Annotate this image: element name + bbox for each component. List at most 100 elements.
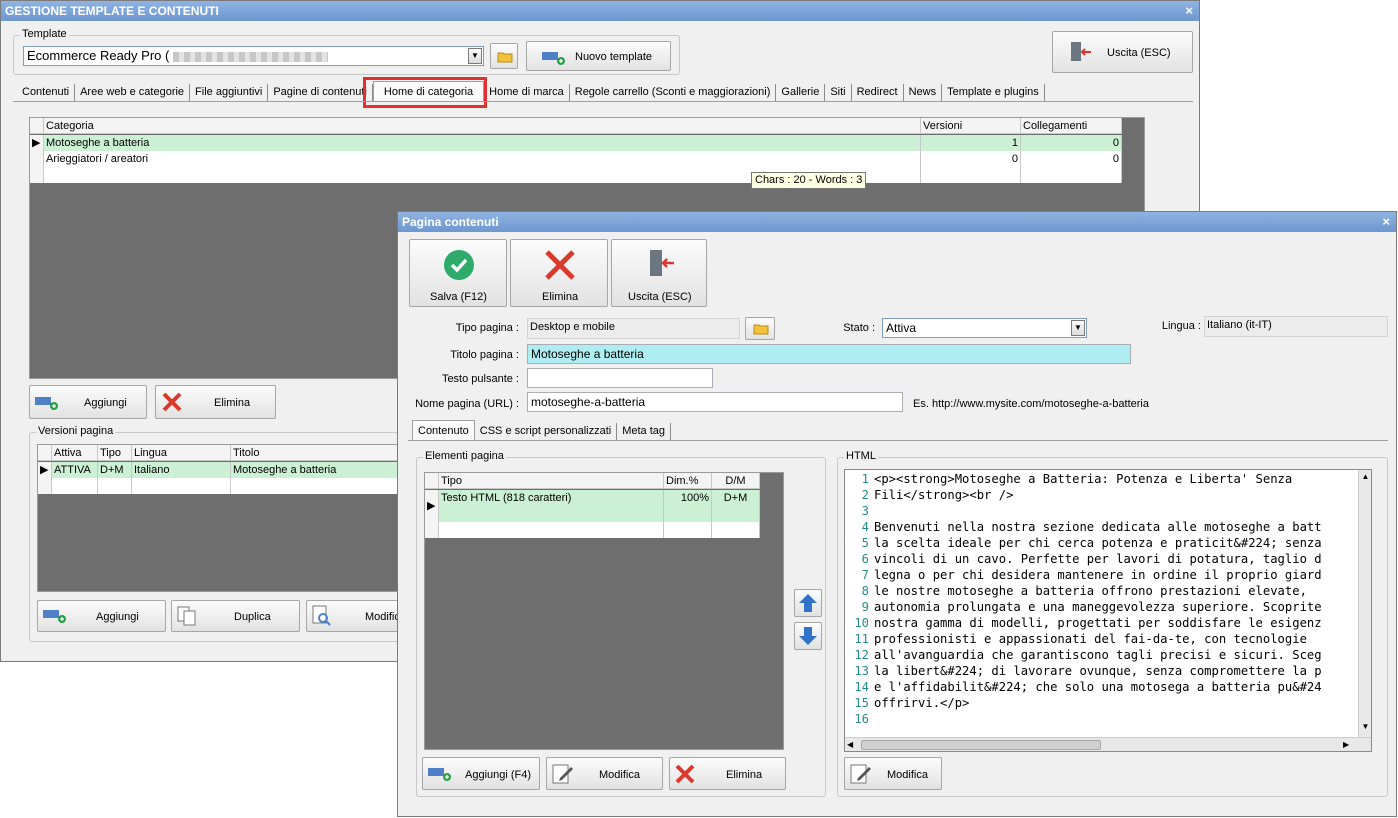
delete-page-button[interactable]: Elimina <box>510 239 608 307</box>
versions-grid[interactable]: Attiva Tipo Lingua Titolo ▶ ATTIVA D+M I… <box>37 444 402 592</box>
cell-empty <box>1021 167 1122 183</box>
main-window-titlebar[interactable]: GESTIONE TEMPLATE E CONTENUTI × <box>1 1 1199 21</box>
tab-contenuti[interactable]: Contenuti <box>17 84 76 101</box>
main-window-close-icon[interactable]: × <box>1185 1 1193 21</box>
tab-gallerie[interactable]: Gallerie <box>776 84 826 101</box>
exit-button[interactable]: Uscita (ESC) <box>1052 31 1193 73</box>
tab-news[interactable]: News <box>903 84 943 101</box>
col-attiva[interactable]: Attiva <box>52 445 98 461</box>
page-type-value: Desktop e mobile <box>527 318 740 339</box>
tab-home-marca[interactable]: Home di marca <box>484 84 570 101</box>
save-button[interactable]: Salva (F12) <box>409 239 507 307</box>
dialog-exit-button[interactable]: Uscita (ESC) <box>611 239 707 307</box>
table-row[interactable]: ▶ ATTIVA D+M Italiano Motoseghe a batter… <box>38 462 402 478</box>
tab-aree-web[interactable]: Aree web e categorie <box>75 84 191 101</box>
add-element-button[interactable]: Aggiungi (F4) <box>422 757 540 790</box>
col-collegamenti[interactable]: Collegamenti <box>1021 118 1122 134</box>
tab-regole-carrello[interactable]: Regole carrello (Sconti e maggiorazioni) <box>569 84 777 101</box>
language-value: Italiano (it-IT) <box>1204 316 1388 337</box>
page-name-label: Nome pagina (URL) : <box>415 398 519 410</box>
table-row-empty[interactable] <box>30 167 1122 183</box>
modify-html-button[interactable]: Modifica <box>844 757 942 790</box>
cell-empty <box>231 478 402 494</box>
table-row[interactable]: Arieggiatori / areatori 0 0 <box>30 151 1122 167</box>
horizontal-scrollbar[interactable]: ◀ ▶ <box>845 737 1371 751</box>
move-up-button[interactable] <box>794 589 822 617</box>
add-version-button[interactable]: Aggiungi <box>37 600 166 632</box>
tab-file-aggiuntivi[interactable]: File aggiuntivi <box>190 84 269 101</box>
page-type-folder-button[interactable] <box>745 317 775 340</box>
save-label: Salva (F12) <box>430 291 487 303</box>
move-down-button[interactable] <box>794 622 822 650</box>
cell-dim: 100% <box>664 490 712 522</box>
delete-category-button[interactable]: Elimina <box>155 385 276 419</box>
delete-x-icon <box>162 392 182 412</box>
folder-icon <box>497 52 513 63</box>
col-dim[interactable]: Dim.% <box>664 473 712 489</box>
checkmark-icon <box>444 250 474 280</box>
status-label: Stato : <box>843 322 875 334</box>
document-search-icon <box>312 605 331 626</box>
cell-titolo: Motoseghe a batteria <box>231 462 402 478</box>
dialog-close-icon[interactable]: × <box>1382 212 1390 232</box>
new-template-button[interactable]: Nuovo template <box>526 41 671 71</box>
cell-empty <box>98 478 132 494</box>
duplicate-button[interactable]: Duplica <box>171 600 300 632</box>
chevron-down-icon[interactable]: ▼ <box>468 48 482 64</box>
col-lingua[interactable]: Lingua <box>132 445 231 461</box>
col-categoria[interactable]: Categoria <box>44 118 921 134</box>
elements-group-label: Elementi pagina <box>423 450 506 462</box>
tab-siti[interactable]: Siti <box>825 84 852 101</box>
add-category-button[interactable]: Aggiungi <box>29 385 147 419</box>
modify-element-button[interactable]: Modifica <box>546 757 663 790</box>
cell-tipo: Testo HTML (818 caratteri) <box>439 490 664 522</box>
exit-door-icon <box>1071 42 1091 61</box>
template-group-label: Template <box>20 28 69 40</box>
vertical-scrollbar[interactable]: ▲ ▼ <box>1358 470 1371 737</box>
row-indicator-header <box>425 473 439 489</box>
tab-meta-tag[interactable]: Meta tag <box>617 423 672 440</box>
scroll-up-arrow-icon[interactable]: ▲ <box>1359 470 1371 484</box>
col-dm[interactable]: D/M <box>712 473 760 489</box>
chevron-down-icon[interactable]: ▼ <box>1071 320 1085 336</box>
tab-css-script[interactable]: CSS e script personalizzati <box>474 423 618 440</box>
modify-element-label: Modifica <box>599 769 640 781</box>
arrow-down-icon <box>799 627 817 645</box>
open-folder-button[interactable] <box>490 43 518 69</box>
table-row-empty[interactable] <box>425 522 760 538</box>
tab-redirect[interactable]: Redirect <box>851 84 904 101</box>
table-row-empty[interactable] <box>38 478 402 494</box>
add-category-label: Aggiungi <box>84 397 127 409</box>
scroll-thumb[interactable] <box>861 740 1101 750</box>
col-tipo[interactable]: Tipo <box>98 445 132 461</box>
col-titolo[interactable]: Titolo <box>231 445 402 461</box>
template-select[interactable]: Ecommerce Ready Pro ( ▼ <box>23 46 484 66</box>
scroll-left-arrow-icon[interactable]: ◀ <box>847 738 859 751</box>
tab-highlight-box <box>363 77 487 108</box>
dialog-titlebar[interactable]: Pagina contenuti × <box>398 212 1396 232</box>
delete-element-button[interactable]: Elimina <box>669 757 786 790</box>
delete-category-label: Elimina <box>214 397 251 409</box>
page-title-field[interactable]: Motoseghe a batteria <box>527 344 1131 364</box>
cell-attiva: ATTIVA <box>52 462 98 478</box>
col-versioni[interactable]: Versioni <box>921 118 1021 134</box>
row-indicator <box>30 151 44 167</box>
modify-version-button[interactable]: Modifica <box>306 600 406 632</box>
cell-categoria: Arieggiatori / areatori <box>44 151 921 167</box>
button-text-field[interactable] <box>527 368 713 388</box>
tab-pagine-contenuti[interactable]: Pagine di contenuti <box>268 84 373 101</box>
page-content-dialog: Pagina contenuti × Salva (F12) Elimina U… <box>397 211 1397 817</box>
table-row[interactable]: ▶ Testo HTML (818 caratteri) 100% D+M <box>425 490 760 522</box>
status-select[interactable]: Attiva ▼ <box>882 318 1087 338</box>
scroll-right-arrow-icon[interactable]: ▶ <box>1343 738 1355 751</box>
page-name-field[interactable]: motoseghe-a-batteria <box>527 392 903 412</box>
tab-template-plugins[interactable]: Template e plugins <box>942 84 1045 101</box>
main-window-title: GESTIONE TEMPLATE E CONTENUTI <box>5 4 219 18</box>
cell-lingua: Italiano <box>132 462 231 478</box>
tab-contenuto[interactable]: Contenuto <box>412 420 475 440</box>
col-tipo[interactable]: Tipo <box>439 473 664 489</box>
html-code-editor[interactable]: 1 <p><strong>Motoseghe a Batteria: Potenz… <box>844 469 1372 752</box>
elements-grid[interactable]: Tipo Dim.% D/M ▶ Testo HTML (818 caratte… <box>424 472 784 750</box>
table-row[interactable]: ▶ Motoseghe a batteria 1 0 <box>30 135 1122 151</box>
scroll-down-arrow-icon[interactable]: ▼ <box>1359 720 1371 734</box>
